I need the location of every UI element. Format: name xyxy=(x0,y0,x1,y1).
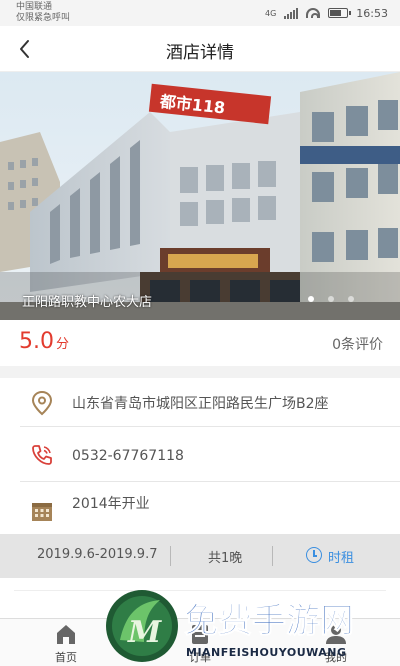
carrier-info: 中国联通 仅限紧急呼叫 xyxy=(16,2,70,24)
stay-nights: 共1晚 xyxy=(208,551,243,566)
carousel-indicators xyxy=(308,296,354,302)
section-gap xyxy=(0,366,400,378)
calendar-icon xyxy=(32,503,52,521)
network-type: 4G xyxy=(265,8,277,18)
divider xyxy=(272,546,273,566)
status-icons: 4G 16:53 xyxy=(265,5,388,21)
hotel-score: 5.0 分 xyxy=(19,329,69,354)
rating-row: 5.0 分 0条评价 xyxy=(0,320,400,366)
hotel-address: 山东省青岛市城阳区正阳路民生广场B2座 xyxy=(72,396,329,412)
carrier-emergency: 仅限紧急呼叫 xyxy=(16,13,71,23)
battery-icon xyxy=(328,8,352,18)
phone-row[interactable]: 0532-67767118 xyxy=(0,427,400,481)
carousel-dot[interactable] xyxy=(348,296,354,302)
tab-label: 订单 xyxy=(189,651,211,664)
hotel-photo-carousel[interactable]: 都市118 正阳路职教中心农大店 xyxy=(0,72,400,320)
hotel-phone: 0532-67767118 xyxy=(72,448,184,464)
carrier-name: 中国联通 xyxy=(16,2,53,12)
tab-orders[interactable]: 订单 xyxy=(160,619,240,666)
reviews-link[interactable]: 0条评价 xyxy=(332,334,383,354)
tab-label: 首页 xyxy=(55,651,77,664)
opened-row: 2014年开业 xyxy=(0,482,400,534)
order-icon xyxy=(192,625,208,644)
home-icon xyxy=(57,625,75,644)
score-value: 5.0 xyxy=(19,329,54,354)
page-title: 酒店详情 xyxy=(166,43,234,63)
nav-bar: 酒店详情 xyxy=(0,26,400,72)
stay-dates[interactable]: 2019.9.6-2019.9.7 xyxy=(37,547,157,562)
signal-icon xyxy=(284,7,299,19)
tab-label: 我的 xyxy=(325,651,347,664)
booking-date-bar: 2019.9.6-2019.9.7 共1晚 时租 xyxy=(0,534,400,578)
divider xyxy=(170,546,171,566)
tab-mine[interactable]: 我的 xyxy=(296,619,376,666)
status-time: 16:53 xyxy=(356,6,388,20)
room-card[interactable] xyxy=(14,590,386,618)
hotel-opened-year: 2014年开业 xyxy=(72,496,150,512)
clock-icon xyxy=(306,547,322,563)
carousel-dot[interactable] xyxy=(328,296,334,302)
user-icon xyxy=(326,625,346,644)
hotel-photo: 都市118 xyxy=(0,72,400,320)
score-unit: 分 xyxy=(56,337,70,352)
wifi-icon xyxy=(306,8,321,18)
address-row[interactable]: 山东省青岛市城阳区正阳路民生广场B2座 xyxy=(0,378,400,426)
bottom-nav: 首页 订单 我的 xyxy=(0,618,400,666)
location-pin-icon xyxy=(31,390,53,416)
banner-caption: 正阳路职教中心农大店 xyxy=(22,295,153,310)
hourly-rate-button[interactable]: 时租 xyxy=(328,547,354,566)
tab-home[interactable]: 首页 xyxy=(26,619,106,666)
phone-icon xyxy=(32,445,52,465)
status-bar: 中国联通 仅限紧急呼叫 4G 16:53 xyxy=(0,0,400,26)
carousel-dot[interactable] xyxy=(308,296,314,302)
room-list xyxy=(0,578,400,618)
